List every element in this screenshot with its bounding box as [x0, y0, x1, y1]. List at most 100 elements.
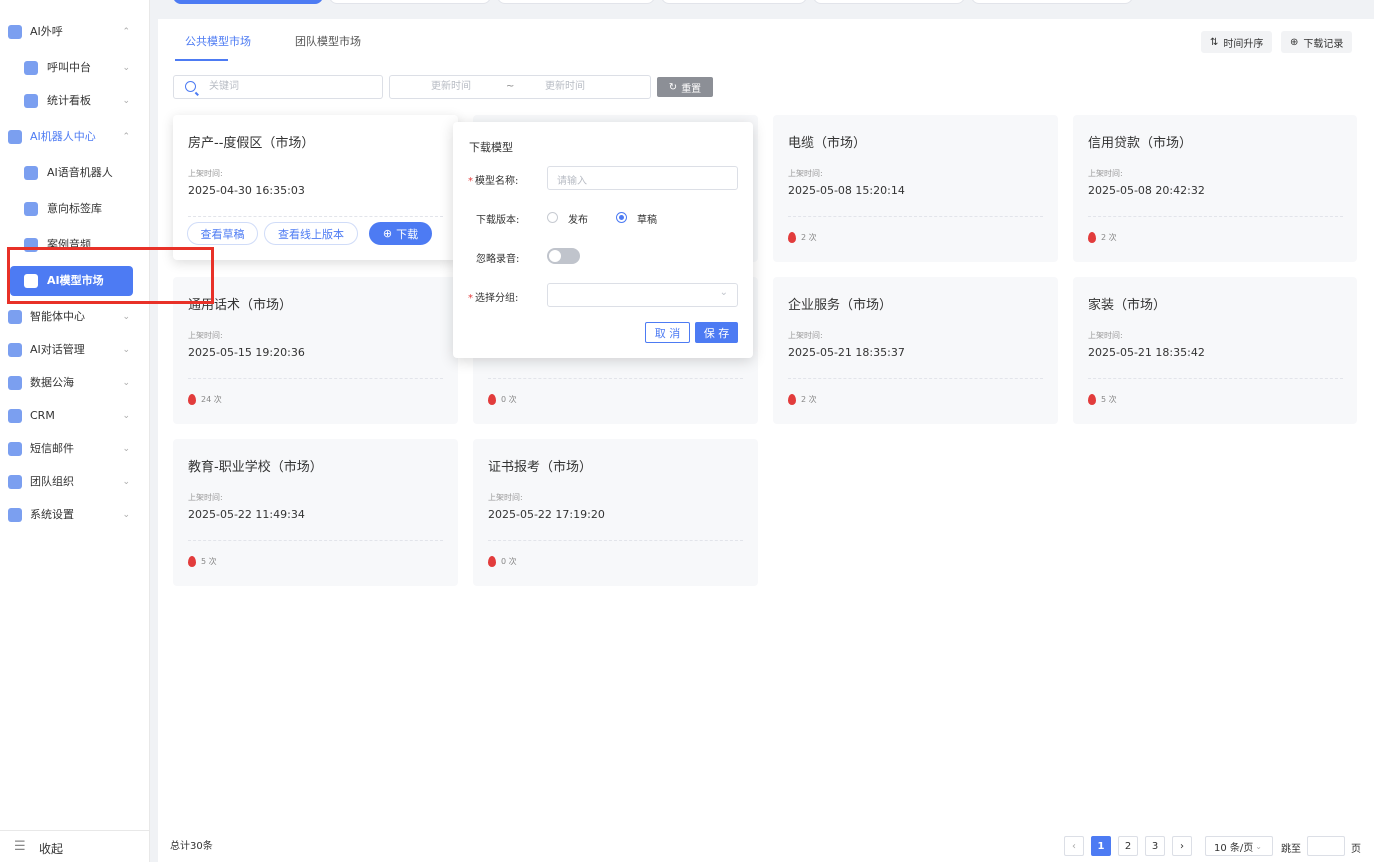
- robot-icon: [8, 130, 22, 144]
- card-divider: [1088, 378, 1343, 379]
- tab-public-market[interactable]: 公共模型市场: [185, 33, 251, 49]
- model-card[interactable]: 通用话术（市场） 上架时间: 2025-05-15 19:20:36 24 次: [173, 277, 458, 424]
- top-tab[interactable]: [329, 0, 491, 4]
- radio-release[interactable]: [547, 212, 558, 223]
- sidebar-item-intent-tags[interactable]: 意向标签库: [0, 194, 150, 224]
- radio-draft[interactable]: [616, 212, 627, 223]
- view-online-version-button[interactable]: 查看线上版本: [264, 222, 358, 245]
- chevron-down-icon: ⌄: [122, 444, 130, 454]
- mail-icon: [8, 442, 22, 456]
- next-page-button[interactable]: ›: [1172, 836, 1192, 856]
- radio-draft-label: 草稿: [637, 215, 657, 226]
- jump-page-input[interactable]: [1307, 836, 1345, 856]
- download-count: 2 次: [788, 394, 817, 405]
- download-button[interactable]: ⊕ 下载: [369, 222, 432, 245]
- page-button[interactable]: 2: [1118, 836, 1138, 856]
- sidebar-item-sms-mail[interactable]: 短信邮件 ⌄: [0, 434, 150, 464]
- agent-icon: [8, 310, 22, 324]
- sidebar-item-ai-outbound[interactable]: AI外呼 ⌃: [0, 17, 150, 47]
- card-title: 信用贷款（市场）: [1088, 136, 1193, 151]
- group-select[interactable]: ⌄: [547, 283, 738, 307]
- model-card[interactable]: 证书报考（市场） 上架时间: 2025-05-22 17:19:20 0 次: [473, 439, 758, 586]
- sidebar-item-crm[interactable]: CRM ⌄: [0, 401, 150, 431]
- top-tab[interactable]: [173, 0, 323, 4]
- dialog-icon: [8, 343, 22, 357]
- view-draft-button[interactable]: 查看草稿: [187, 222, 258, 245]
- download-icon: ⊕: [382, 227, 393, 240]
- collapse-button[interactable]: ☰ 收起: [0, 830, 150, 862]
- card-time-label: 上架时间:: [788, 169, 823, 178]
- model-card[interactable]: 家装（市场） 上架时间: 2025-05-21 18:35:42 5 次: [1073, 277, 1357, 424]
- sidebar-item-ai-dialog[interactable]: AI对话管理 ⌄: [0, 335, 150, 365]
- sidebar-item-call-center[interactable]: 呼叫中台 ⌄: [0, 53, 150, 83]
- main-panel: 公共模型市场 团队模型市场 ⇅ 时间升序 ⊕ 下载记录 关键词 更新时间 ~ 更新时…: [158, 19, 1374, 862]
- download-count: 5 次: [188, 556, 217, 567]
- chevron-down-icon: ⌄: [122, 96, 130, 106]
- radio-release-label: 发布: [568, 215, 588, 226]
- popover-title: 下载模型: [469, 141, 513, 154]
- sidebar-item-data-sea[interactable]: 数据公海 ⌄: [0, 368, 150, 398]
- sort-time-button[interactable]: ⇅ 时间升序: [1201, 31, 1273, 53]
- fire-icon: [788, 232, 796, 243]
- sidebar-item-settings[interactable]: 系统设置 ⌄: [0, 500, 150, 530]
- download-log-button[interactable]: ⊕ 下载记录: [1281, 31, 1353, 53]
- page-button[interactable]: 3: [1145, 836, 1165, 856]
- sidebar-item-team-org[interactable]: 团队组织 ⌄: [0, 467, 150, 497]
- search-icon: [185, 81, 196, 92]
- chevron-right-icon: ›: [1180, 840, 1184, 852]
- chevron-up-icon: ⌃: [122, 27, 130, 37]
- end-date-input[interactable]: 更新时间: [545, 76, 585, 98]
- sort-icon: ⇅: [1210, 36, 1219, 48]
- ignore-audio-label: 忽略录音:: [476, 254, 520, 265]
- tab-team-market[interactable]: 团队模型市场: [295, 33, 361, 49]
- prev-page-button[interactable]: ‹: [1064, 836, 1084, 856]
- top-tab[interactable]: [971, 0, 1133, 4]
- chevron-down-icon: ⌄: [122, 345, 130, 355]
- card-time-label: 上架时间:: [1088, 331, 1123, 340]
- date-separator: ~: [506, 81, 515, 92]
- fire-icon: [788, 394, 796, 405]
- search-input[interactable]: 关键词: [173, 75, 383, 99]
- card-title: 电缆（市场）: [788, 136, 867, 151]
- ignore-audio-toggle[interactable]: [547, 248, 580, 264]
- download-count: 0 次: [488, 556, 517, 567]
- sidebar-item-agent-center[interactable]: 智能体中心 ⌄: [0, 302, 150, 332]
- chevron-left-icon: ‹: [1072, 840, 1076, 852]
- save-button[interactable]: 保 存: [695, 322, 738, 343]
- card-time: 2025-05-21 18:35:42: [1088, 346, 1205, 359]
- card-time: 2025-05-15 19:20:36: [188, 346, 305, 359]
- chevron-down-icon: ⌄: [122, 510, 130, 520]
- model-card[interactable]: 信用贷款（市场） 上架时间: 2025-05-08 20:42:32 2 次: [1073, 115, 1357, 262]
- chevron-down-icon: ⌄: [122, 411, 130, 421]
- date-range-picker[interactable]: 更新时间 ~ 更新时间: [389, 75, 651, 99]
- download-model-popover: 下载模型 * 模型名称: 请输入 下载版本: 发布 草稿 忽略录音: * 选择分组:…: [453, 122, 753, 358]
- download-count: 2 次: [788, 232, 817, 243]
- model-card[interactable]: 企业服务（市场） 上架时间: 2025-05-21 18:35:37 2 次: [773, 277, 1058, 424]
- page-size-select[interactable]: 10 条/页 ⌄: [1205, 836, 1273, 856]
- model-card[interactable]: 教育-职业学校（市场） 上架时间: 2025-05-22 11:49:34 5 …: [173, 439, 458, 586]
- top-tab[interactable]: [497, 0, 655, 4]
- model-card[interactable]: 电缆（市场） 上架时间: 2025-05-08 15:20:14 2 次: [773, 115, 1058, 262]
- card-divider: [188, 216, 443, 217]
- tab-indicator: [175, 59, 228, 61]
- sidebar-item-stats-board[interactable]: 统计看板 ⌄: [0, 86, 150, 116]
- model-name-input[interactable]: 请输入: [547, 166, 738, 190]
- top-tab-strip: [158, 0, 1374, 9]
- top-tab[interactable]: [661, 0, 807, 4]
- cancel-button[interactable]: 取 消: [645, 322, 690, 343]
- download-count: 0 次: [488, 394, 517, 405]
- tag-icon: [24, 202, 38, 216]
- share-icon: [8, 475, 22, 489]
- download-count: 2 次: [1088, 232, 1117, 243]
- page-button[interactable]: 1: [1091, 836, 1111, 856]
- sidebar-item-ai-robot-center[interactable]: AI机器人中心 ⌃: [0, 122, 150, 152]
- model-name-label: * 模型名称:: [468, 176, 519, 187]
- reset-button[interactable]: ↻ 重置: [657, 77, 713, 97]
- start-date-input[interactable]: 更新时间: [431, 76, 471, 98]
- chevron-down-icon: ⌄: [122, 312, 130, 322]
- fire-icon: [1088, 394, 1096, 405]
- sidebar-item-ai-voice-robot[interactable]: AI语音机器人: [0, 158, 150, 188]
- top-tab[interactable]: [813, 0, 965, 4]
- model-card[interactable]: 房产--度假区（市场） 上架时间: 2025-04-30 16:35:03 查看…: [173, 115, 458, 260]
- card-time: 2025-05-21 18:35:37: [788, 346, 905, 359]
